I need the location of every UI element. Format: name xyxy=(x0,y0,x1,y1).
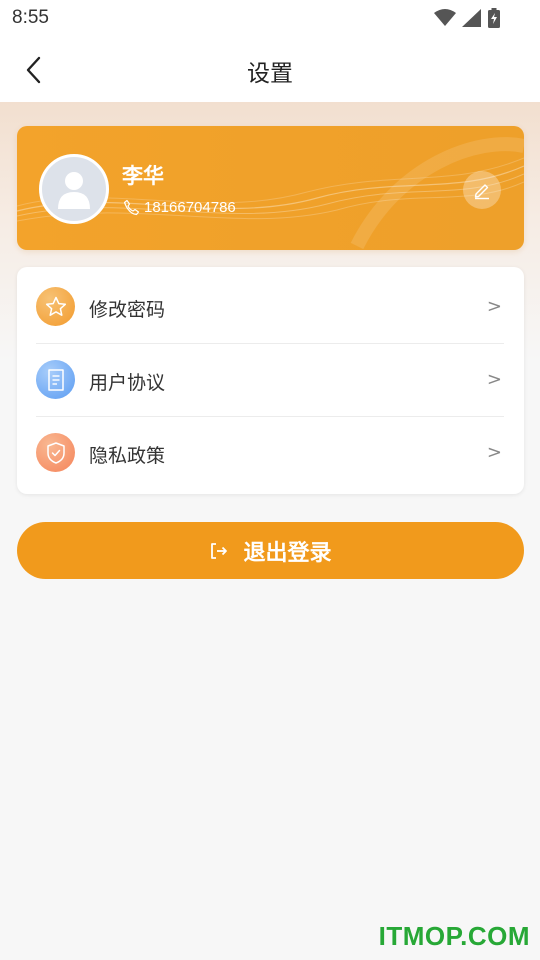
status-time: 8:55 xyxy=(12,7,49,28)
phone-row: 18166704786 xyxy=(123,199,236,216)
menu-item-privacy-policy[interactable]: 隐私政策 > xyxy=(17,416,524,489)
page-title: 设置 xyxy=(247,61,293,87)
logout-icon xyxy=(211,542,228,559)
document-icon xyxy=(36,360,75,399)
menu-item-label: 用户协议 xyxy=(89,372,166,394)
logout-label: 退出登录 xyxy=(243,540,332,566)
chevron-right-icon: > xyxy=(486,369,502,390)
profile-card: 李华 18166704786 xyxy=(17,126,524,250)
status-bar: 8:55 xyxy=(0,0,540,36)
cellular-signal-icon xyxy=(462,9,481,27)
watermark: ITMOP.COM xyxy=(378,921,530,951)
phone-icon xyxy=(123,199,140,216)
chevron-right-icon: > xyxy=(486,442,502,463)
shield-check-icon xyxy=(36,433,75,472)
edit-profile-button[interactable] xyxy=(463,171,501,209)
pencil-icon xyxy=(474,184,489,200)
settings-menu: 修改密码 > 用户协议 > 隐私政策 > xyxy=(17,267,524,494)
default-avatar-icon xyxy=(58,172,90,209)
user-name: 李华 xyxy=(122,164,164,188)
status-icons xyxy=(434,8,500,28)
nav-bar: 设置 xyxy=(0,36,540,102)
menu-item-label: 修改密码 xyxy=(89,299,166,321)
menu-item-change-password[interactable]: 修改密码 > xyxy=(17,270,524,343)
star-icon xyxy=(36,287,75,326)
avatar[interactable] xyxy=(39,154,109,224)
battery-charging-icon xyxy=(488,8,500,28)
chevron-right-icon: > xyxy=(486,296,502,317)
menu-item-label: 隐私政策 xyxy=(89,445,166,467)
phone-number: 18166704786 xyxy=(144,199,236,216)
menu-item-user-agreement[interactable]: 用户协议 > xyxy=(17,343,524,416)
logout-button[interactable]: 退出登录 xyxy=(17,522,524,579)
wifi-icon xyxy=(434,9,456,26)
